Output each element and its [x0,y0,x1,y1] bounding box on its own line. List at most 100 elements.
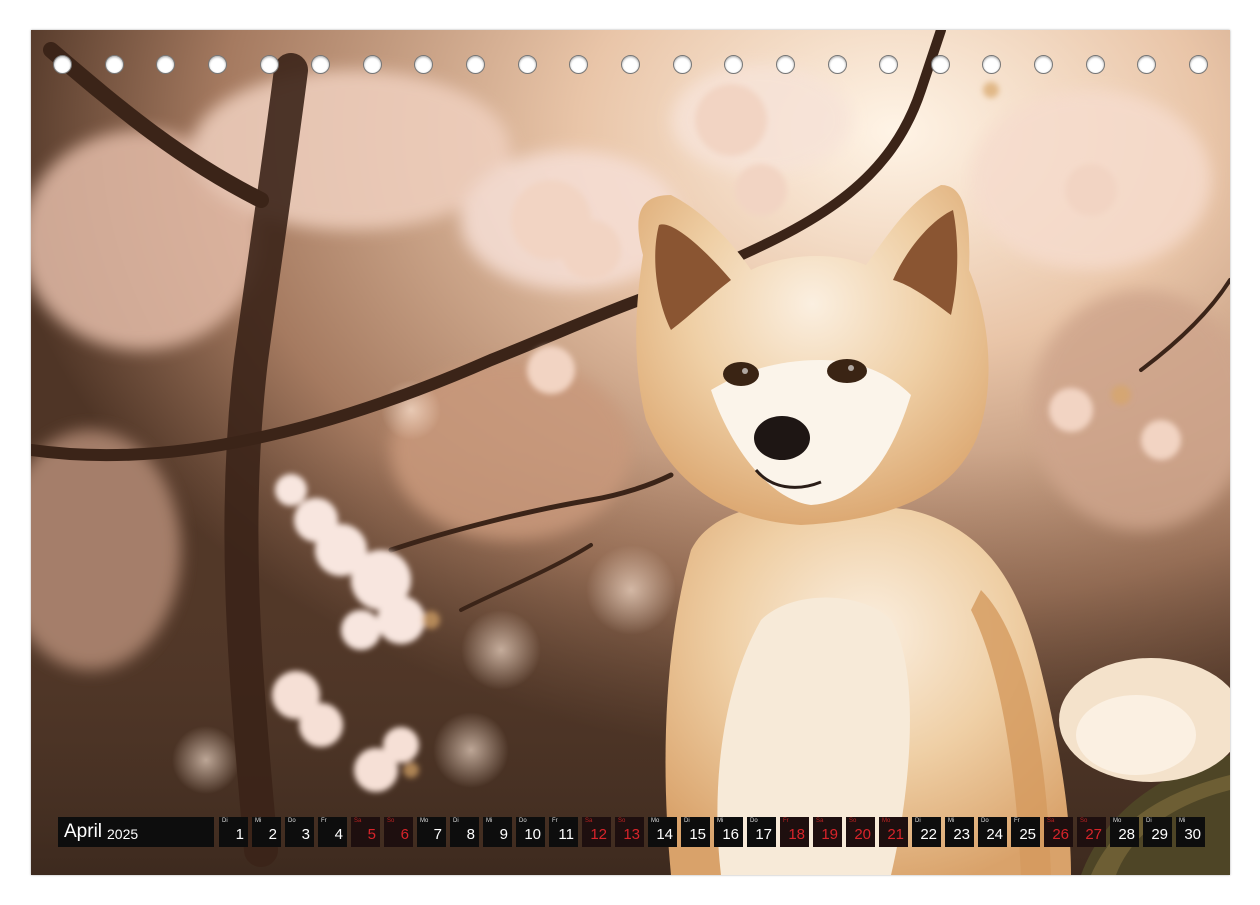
weekday-label: Mo [420,818,429,824]
day-cell: Do 17 [747,817,776,847]
day-number: 19 [821,826,838,843]
day-cell: Fr 18 [780,817,809,847]
binding-hole [672,55,692,74]
weekday-label: Fr [552,818,558,824]
day-cell: Di 29 [1143,817,1172,847]
day-number: 20 [854,826,871,843]
day-cell: Di 8 [450,817,479,847]
binding-hole [724,55,744,74]
day-cell: Mo 14 [648,817,677,847]
day-cell: Mi 23 [945,817,974,847]
binding-hole [879,55,899,74]
day-cell: Mi 2 [252,817,281,847]
year-label: 2025 [107,825,139,842]
weekday-label: Fr [783,818,789,824]
day-cell: Di 1 [219,817,248,847]
binding-hole [156,55,176,74]
weekday-label: Mi [1179,818,1186,824]
day-cell: Mi 16 [714,817,743,847]
binding-hole [982,55,1002,74]
day-cell: Sa 5 [351,817,380,847]
binding-hole [259,55,279,74]
binding-hole [1034,55,1054,74]
weekday-label: So [1080,818,1088,824]
day-number: 4 [334,826,343,843]
day-number: 16 [722,826,739,843]
day-cell: So 20 [846,817,875,847]
weekday-label: Mo [651,818,660,824]
day-number: 7 [433,826,442,843]
binding-hole [1189,55,1208,74]
binding-hole [1085,55,1105,74]
day-cell: Mi 9 [483,817,512,847]
day-cell: Sa 19 [813,817,842,847]
day-number: 2 [268,826,277,843]
weekday-label: So [849,818,857,824]
weekday-label: Di [915,818,921,824]
day-number: 8 [466,826,475,843]
weekday-label: Sa [816,818,824,824]
weekday-label: Fr [321,818,327,824]
weekday-label: Do [981,818,989,824]
binding-hole [930,55,950,74]
weekday-label: Di [1146,818,1152,824]
day-cell: So 6 [384,817,413,847]
day-number: 27 [1085,826,1102,843]
day-cell: Fr 11 [549,817,578,847]
weekday-label: Sa [354,818,362,824]
weekday-label: Di [453,818,459,824]
day-cell: So 27 [1077,817,1106,847]
weekday-label: Di [684,818,690,824]
day-cell: Di 15 [681,817,710,847]
weekday-label: So [387,818,395,824]
calendar-strip: April 2025 Di 1 Mi 2 Do 3 Fr 4 Sa 5 So 6 Mo 7 Di 8 Mi 9 Do… [58,817,1205,847]
day-number: 3 [301,826,310,843]
binding-hole [466,55,486,74]
day-number: 23 [953,826,970,843]
day-number: 17 [755,826,772,843]
binding-hole [827,55,847,74]
day-cell: Do 10 [516,817,545,847]
day-cell: Mi 30 [1176,817,1205,847]
day-number: 12 [590,826,607,843]
day-number: 30 [1184,826,1201,843]
day-cell: Mo 28 [1110,817,1139,847]
weekday-label: So [618,818,626,824]
day-number: 1 [235,826,244,843]
binding-hole [517,55,537,74]
day-cell: Do 3 [285,817,314,847]
day-number: 9 [499,826,508,843]
shiba-inu-cherry-blossom-photo [31,30,1230,875]
day-cell: Sa 26 [1044,817,1073,847]
weekday-label: Mi [948,818,955,824]
calendar-page: April 2025 Di 1 Mi 2 Do 3 Fr 4 Sa 5 So 6 Mo 7 Di 8 Mi 9 Do… [31,30,1230,875]
day-cell: Do 24 [978,817,1007,847]
weekday-label: Mi [717,818,724,824]
day-cell: Mo 7 [417,817,446,847]
weekday-label: Do [288,818,296,824]
binding-hole [311,55,331,74]
weekday-label: Mi [255,818,262,824]
binding-hole [1137,55,1157,74]
binding-hole [53,55,72,74]
weekday-label: Do [750,818,758,824]
day-number: 28 [1118,826,1135,843]
day-number: 10 [524,826,541,843]
weekday-label: Mo [882,818,891,824]
day-cell: So 13 [615,817,644,847]
day-number: 15 [689,826,706,843]
day-number: 26 [1052,826,1069,843]
binding-hole [414,55,434,74]
day-number: 21 [887,826,904,843]
day-cell: Di 22 [912,817,941,847]
binding-hole [207,55,227,74]
day-number: 6 [400,826,409,843]
weekday-label: Fr [1014,818,1020,824]
day-number: 25 [1019,826,1036,843]
day-cell: Fr 4 [318,817,347,847]
day-number: 14 [656,826,673,843]
day-number: 24 [986,826,1003,843]
day-cells: Di 1 Mi 2 Do 3 Fr 4 Sa 5 So 6 Mo 7 Di 8 Mi 9 Do 10 Fr 11 Sa 12 S… [219,817,1205,847]
weekday-label: Mi [486,818,493,824]
weekday-label: Do [519,818,527,824]
